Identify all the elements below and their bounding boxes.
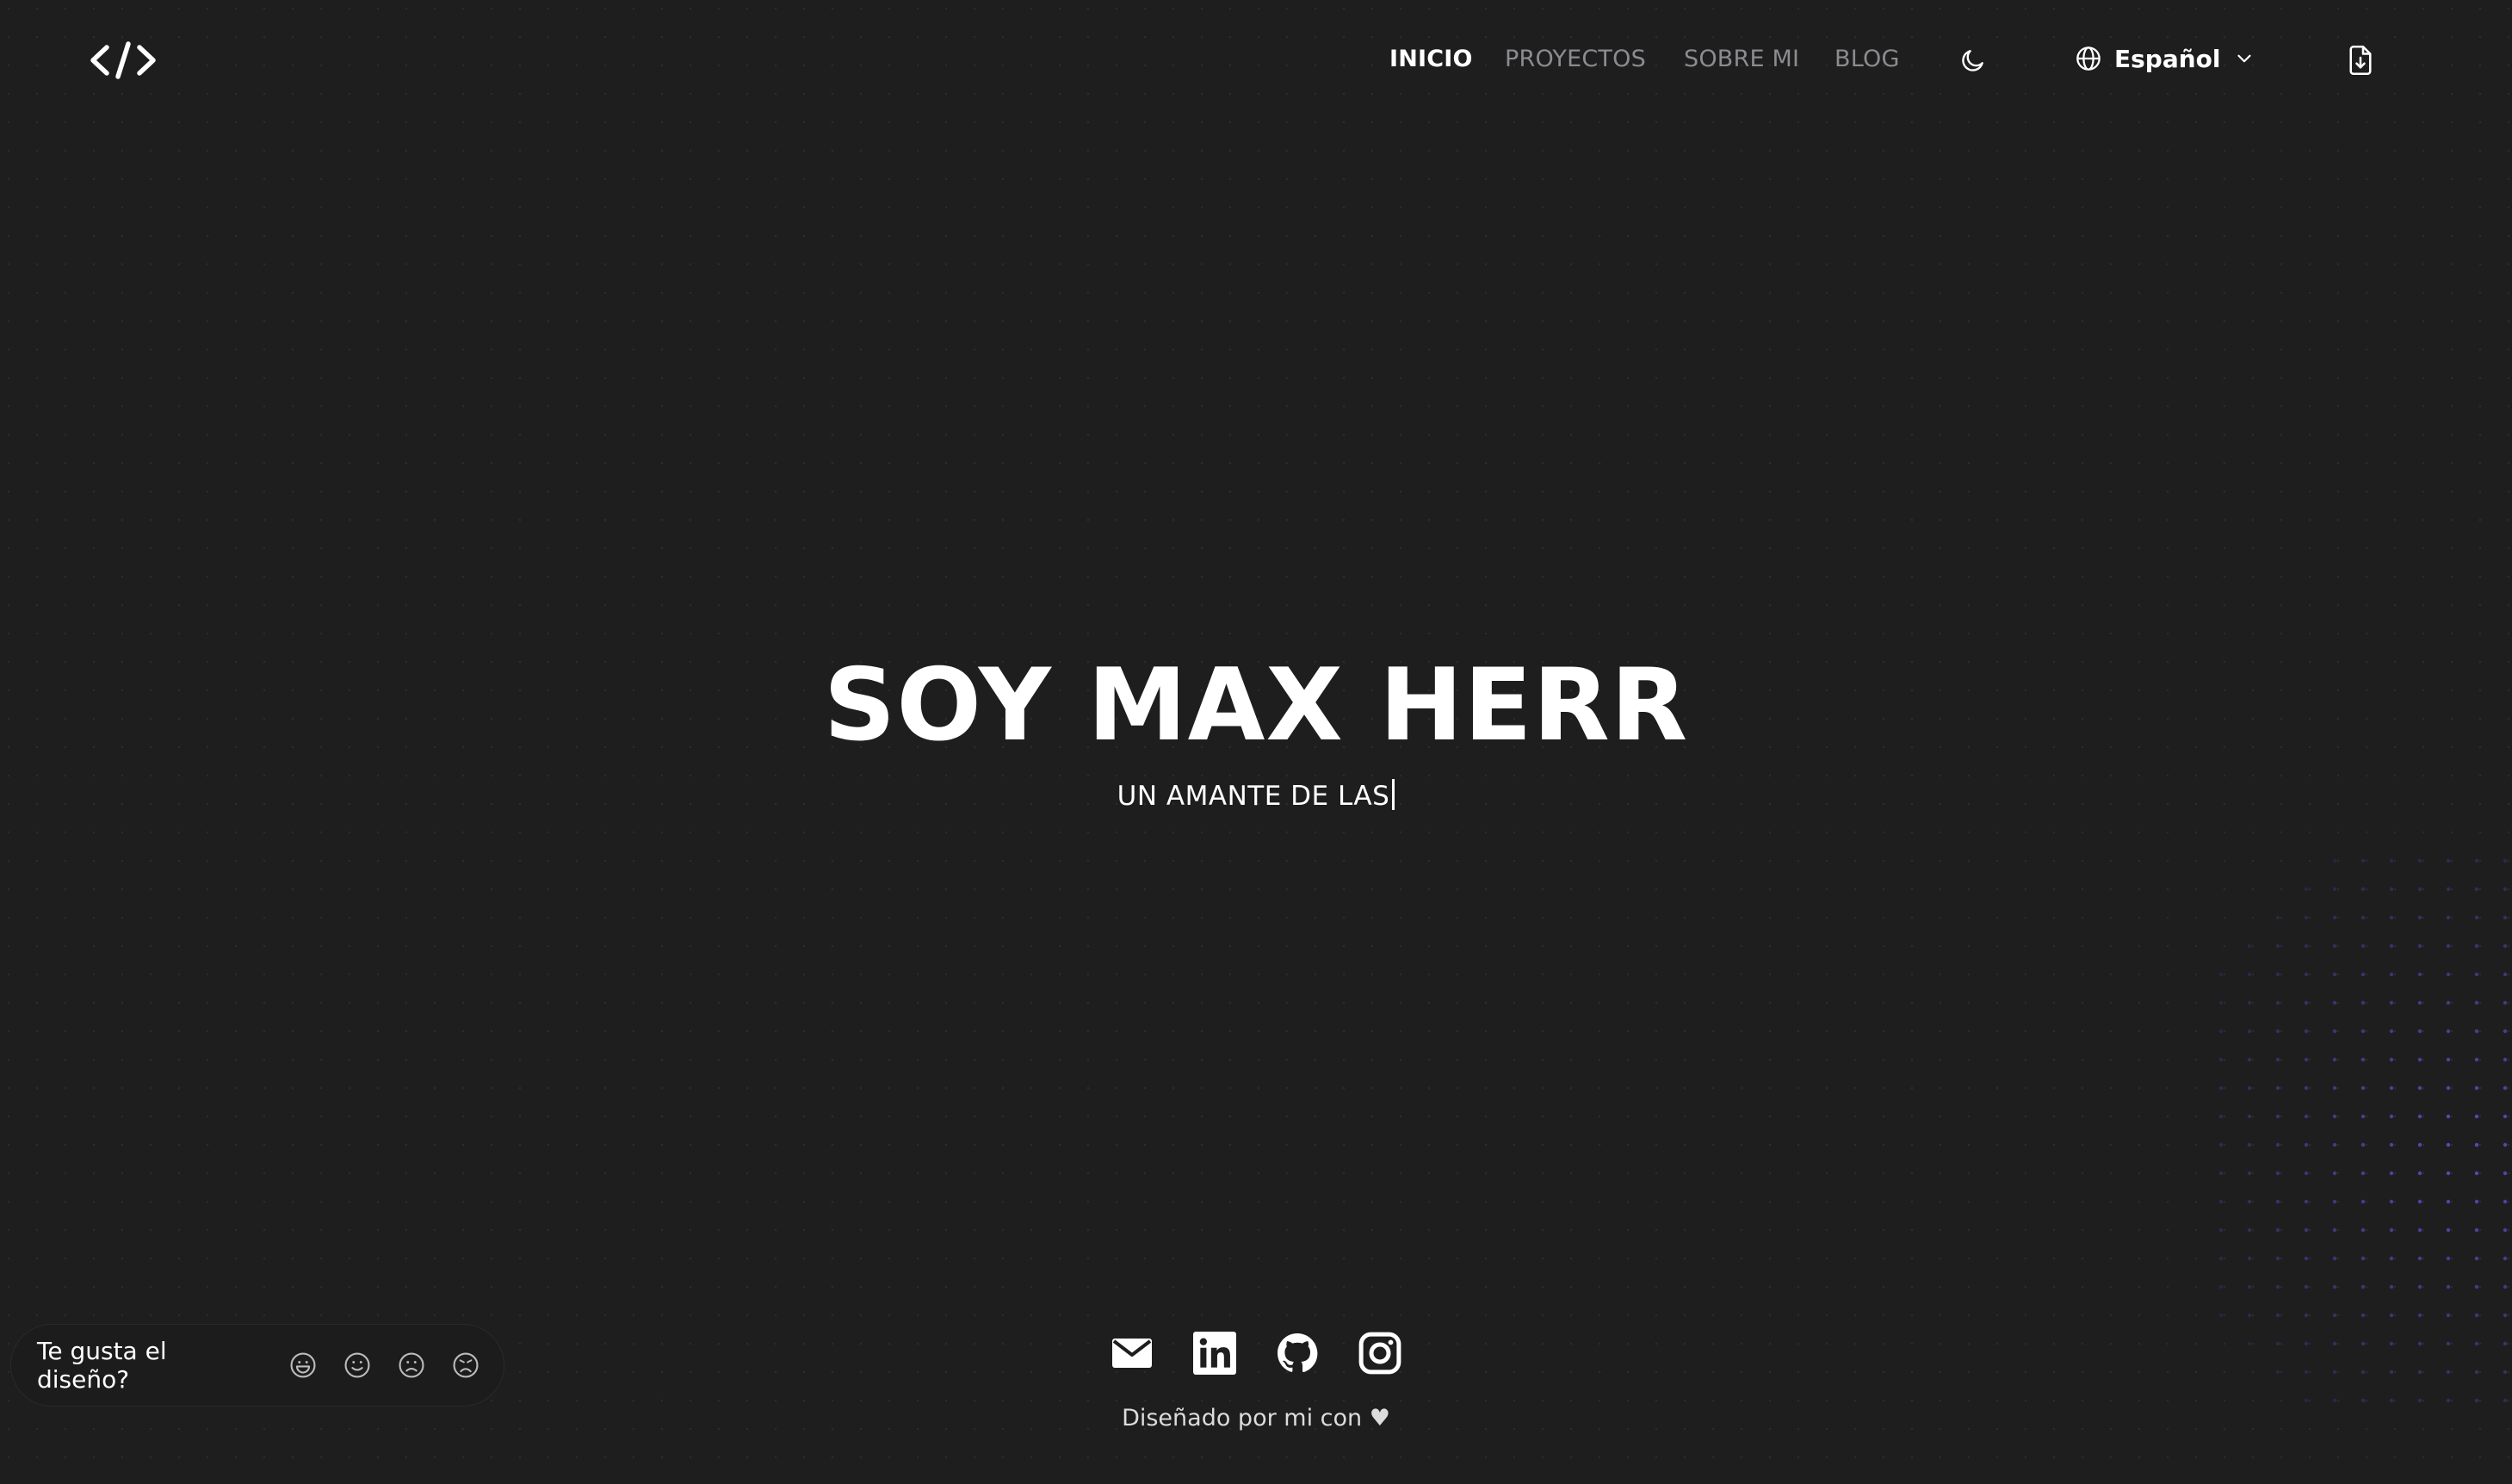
moon-icon xyxy=(1962,50,1983,71)
mail-icon[interactable] xyxy=(1110,1331,1154,1376)
nav-link-sobre-mi[interactable]: SOBRE MI xyxy=(1684,46,1799,72)
hero-subtitle: UN AMANTE DE LAS xyxy=(0,775,2512,818)
download-cv-button[interactable] xyxy=(2342,40,2379,81)
hero-typed-text: UN AMANTE DE LAS xyxy=(1117,781,1390,812)
chevron-down-icon xyxy=(2237,54,2251,63)
nav-link-proyectos[interactable]: PROYECTOS xyxy=(1505,46,1646,72)
nav-link-inicio[interactable]: INICIO xyxy=(1389,46,1473,72)
instagram-icon[interactable] xyxy=(1358,1331,1402,1376)
social-links xyxy=(0,1331,2512,1376)
nav-link-blog[interactable]: BLOG xyxy=(1835,46,1900,72)
footer-credit: Diseñado por mi con ♥ xyxy=(1122,1405,1390,1431)
typing-cursor xyxy=(1392,779,1395,810)
theme-toggle-button[interactable] xyxy=(1954,41,1992,79)
globe-icon xyxy=(2076,46,2101,71)
language-label: Español xyxy=(2114,44,2221,73)
hero-title: SOY MAX HERR xyxy=(823,647,1689,764)
github-icon[interactable] xyxy=(1275,1331,1320,1376)
language-selector[interactable]: Español xyxy=(2075,40,2255,77)
file-download-icon xyxy=(2349,45,2372,76)
linkedin-icon[interactable] xyxy=(1192,1331,1237,1376)
